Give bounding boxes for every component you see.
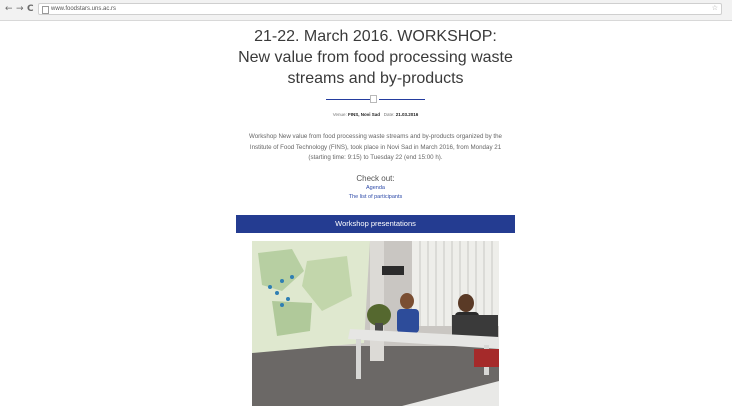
agenda-link[interactable]: Agenda xyxy=(236,184,515,193)
title-divider xyxy=(236,94,515,104)
reload-icon[interactable]: C xyxy=(27,4,34,14)
address-bar[interactable]: www.foodstars.uns.ac.rs ☆ xyxy=(38,3,722,15)
event-description: Workshop New value from food processing … xyxy=(248,133,502,161)
browser-toolbar: ← → C www.foodstars.uns.ac.rs ☆ xyxy=(0,0,732,21)
article: 21-22. March 2016. WORKSHOP: New value f… xyxy=(236,26,515,406)
presentations-banner[interactable]: Workshop presentations xyxy=(236,214,515,233)
page-icon xyxy=(42,6,49,14)
forward-icon[interactable]: → xyxy=(16,4,24,14)
divider-icon xyxy=(370,95,377,103)
page-title: 21-22. March 2016. WORKSHOP: New value f… xyxy=(238,28,513,87)
event-meta: Venue: FINS, Novi Sad Date: 21.03.2016 xyxy=(236,111,515,118)
date-label: Date: xyxy=(383,112,395,117)
venue-value: FINS, Novi Sad xyxy=(347,112,380,117)
participants-link[interactable]: The list of participants xyxy=(236,193,515,202)
date-value: 21.03.2016 xyxy=(395,112,419,117)
venue-label: Venue: xyxy=(332,112,347,117)
url-text[interactable]: www.foodstars.uns.ac.rs xyxy=(51,5,116,14)
back-icon[interactable]: ← xyxy=(5,4,13,14)
workshop-photo xyxy=(252,240,499,406)
check-out-heading: Check out: xyxy=(356,173,395,183)
bookmark-star-icon[interactable]: ☆ xyxy=(712,4,718,12)
